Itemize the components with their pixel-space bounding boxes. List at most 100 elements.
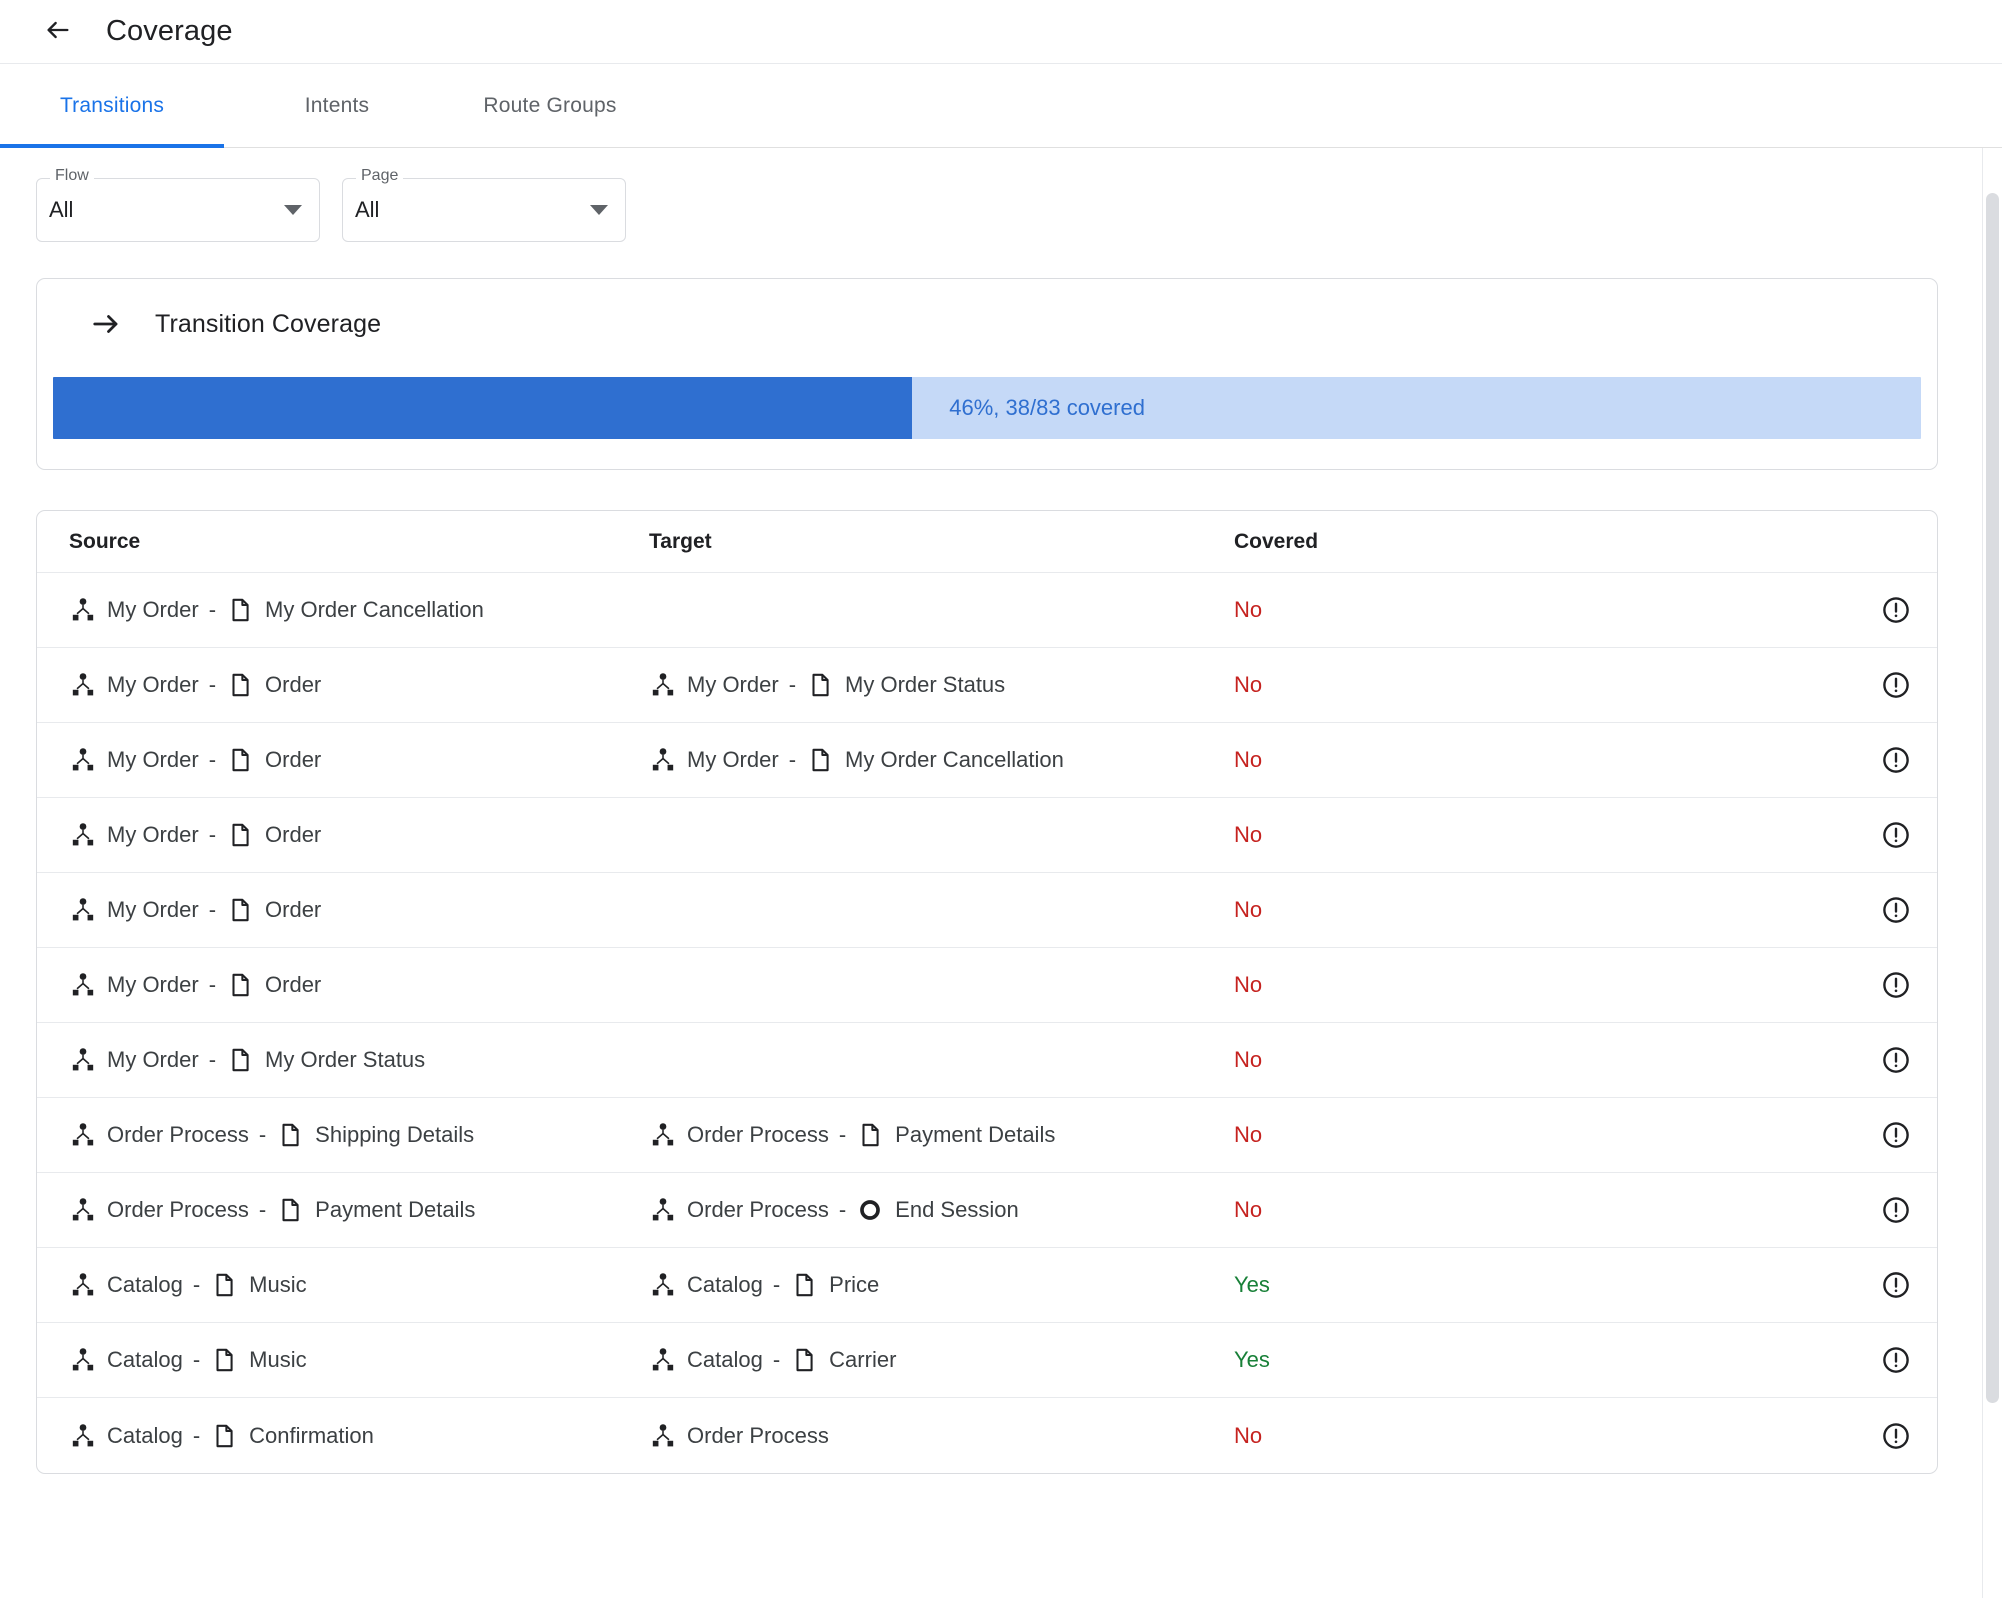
source-page-name: Order xyxy=(265,822,322,847)
cell-actions xyxy=(1754,668,1913,702)
target-page-name: End Session xyxy=(895,1197,1019,1222)
page-select-value: All xyxy=(355,197,380,222)
source-separator: - xyxy=(258,1197,267,1222)
status-badge: No xyxy=(1234,597,1263,622)
source-flow-name: My Order xyxy=(107,822,199,847)
flow-icon xyxy=(649,1121,677,1149)
flow-icon xyxy=(649,746,677,774)
cell-source: Catalog - Music xyxy=(69,1271,649,1299)
table-row[interactable]: My Order - Order My Order - My Order Status No xyxy=(37,648,1937,723)
vertical-scrollbar-thumb[interactable] xyxy=(1986,193,1999,1403)
error-outline-icon[interactable] xyxy=(1879,1343,1913,1377)
column-header-source: Source xyxy=(69,529,141,553)
vertical-scrollbar[interactable] xyxy=(1983,148,2002,1598)
source-reference: My Order - Order xyxy=(69,821,649,849)
page-select[interactable]: Page All xyxy=(342,168,626,242)
table-row[interactable]: My Order - My Order Cancellation No xyxy=(37,573,1937,648)
page-icon xyxy=(210,1422,238,1450)
tab-route-groups[interactable]: Route Groups xyxy=(450,64,650,148)
flow-icon xyxy=(69,821,97,849)
cell-actions xyxy=(1754,968,1913,1002)
transition-coverage-header: Transition Coverage xyxy=(53,307,1921,341)
table-row[interactable]: My Order - Order No xyxy=(37,798,1937,873)
status-badge: Yes xyxy=(1234,1272,1270,1297)
error-outline-icon[interactable] xyxy=(1879,1193,1913,1227)
error-outline-icon[interactable] xyxy=(1879,668,1913,702)
source-reference: Catalog - Confirmation xyxy=(69,1422,649,1450)
table-row[interactable]: My Order - My Order Status No xyxy=(37,1023,1937,1098)
error-outline-icon[interactable] xyxy=(1879,593,1913,627)
error-outline-icon[interactable] xyxy=(1879,1043,1913,1077)
table-row[interactable]: My Order - Order No xyxy=(37,873,1937,948)
arrow-right-icon xyxy=(89,307,123,341)
cell-actions xyxy=(1754,1193,1913,1227)
flow-icon xyxy=(649,1346,677,1374)
chevron-down-icon xyxy=(590,205,608,215)
source-flow-name: Catalog xyxy=(107,1347,183,1372)
cell-actions xyxy=(1754,1268,1913,1302)
target-reference: Order Process xyxy=(649,1422,1234,1450)
flow-icon xyxy=(69,671,97,699)
table-row[interactable]: Order Process - Shipping Details Order Proc… xyxy=(37,1098,1937,1173)
source-reference: Catalog - Music xyxy=(69,1346,649,1374)
flow-icon xyxy=(69,1271,97,1299)
coverage-progress-fill xyxy=(53,377,913,439)
source-flow-name: My Order xyxy=(107,1047,199,1072)
cell-source: My Order - My Order Cancellation xyxy=(69,596,649,624)
target-separator: - xyxy=(838,1122,847,1147)
table-row[interactable]: Order Process - Payment Details Order Proce… xyxy=(37,1173,1937,1248)
error-outline-icon[interactable] xyxy=(1879,1419,1913,1453)
source-reference: My Order - My Order Status xyxy=(69,1046,649,1074)
transition-coverage-title: Transition Coverage xyxy=(155,309,382,338)
filter-row: Flow All Page All xyxy=(36,148,1938,242)
table-row[interactable]: My Order - Order My Order - My Order Cancella… xyxy=(37,723,1937,798)
page-content: Flow All Page All Transition Coverage 46… xyxy=(0,148,2002,1474)
table-row[interactable]: Catalog - Music Catalog - Price Yes xyxy=(37,1248,1937,1323)
source-separator: - xyxy=(208,747,217,772)
source-page-name: My Order Cancellation xyxy=(265,597,484,622)
tab-intents[interactable]: Intents xyxy=(262,64,412,148)
target-separator: - xyxy=(772,1347,781,1372)
error-outline-icon[interactable] xyxy=(1879,1118,1913,1152)
page-icon xyxy=(210,1346,238,1374)
source-page-name: Payment Details xyxy=(315,1197,476,1222)
cell-actions xyxy=(1754,1419,1913,1453)
target-flow-name: Order Process xyxy=(687,1197,829,1222)
table-header-row: Source Target Covered xyxy=(37,511,1937,573)
status-badge: No xyxy=(1234,1197,1263,1222)
status-badge: No xyxy=(1234,897,1263,922)
error-outline-icon[interactable] xyxy=(1879,818,1913,852)
error-outline-icon[interactable] xyxy=(1879,968,1913,1002)
source-page-name: Shipping Details xyxy=(315,1122,475,1147)
table-row[interactable]: Catalog - Music Catalog - Carrier Yes xyxy=(37,1323,1937,1398)
flow-select[interactable]: Flow All xyxy=(36,168,320,242)
error-outline-icon[interactable] xyxy=(1879,893,1913,927)
source-reference: My Order - Order xyxy=(69,896,649,924)
flow-select-label: Flow xyxy=(50,168,94,184)
cell-target: Order Process xyxy=(649,1422,1234,1450)
status-badge: No xyxy=(1234,822,1263,847)
target-page-name: Carrier xyxy=(829,1347,897,1372)
source-separator: - xyxy=(208,672,217,697)
source-reference: My Order - My Order Cancellation xyxy=(69,596,649,624)
page-icon xyxy=(276,1121,304,1149)
source-page-name: Music xyxy=(249,1272,307,1297)
status-badge: No xyxy=(1234,672,1263,697)
cell-source: My Order - Order xyxy=(69,821,649,849)
target-page-name: Price xyxy=(829,1272,880,1297)
source-flow-name: My Order xyxy=(107,672,199,697)
table-row[interactable]: Catalog - Confirmation Order Process No xyxy=(37,1398,1937,1473)
page-icon xyxy=(226,971,254,999)
page-icon xyxy=(856,1121,884,1149)
source-separator: - xyxy=(208,1047,217,1072)
transitions-table: Source Target Covered My Order - My Order … xyxy=(36,510,1938,1474)
table-body: My Order - My Order Cancellation No My Order… xyxy=(37,573,1937,1473)
back-button[interactable] xyxy=(38,12,78,52)
status-badge: No xyxy=(1234,1047,1263,1072)
error-outline-icon[interactable] xyxy=(1879,1268,1913,1302)
flow-icon xyxy=(649,1196,677,1224)
error-outline-icon[interactable] xyxy=(1879,743,1913,777)
tab-transitions[interactable]: Transitions xyxy=(0,64,224,148)
source-flow-name: My Order xyxy=(107,597,199,622)
table-row[interactable]: My Order - Order No xyxy=(37,948,1937,1023)
